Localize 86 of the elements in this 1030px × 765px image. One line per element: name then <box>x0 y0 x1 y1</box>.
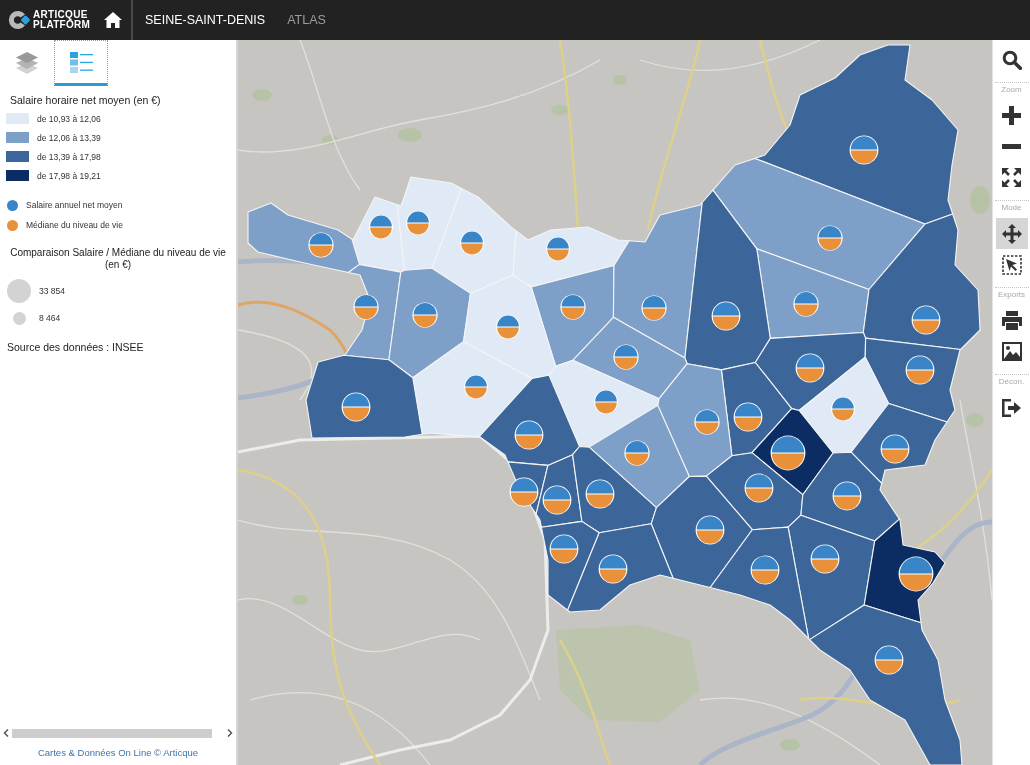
printer-icon <box>1001 311 1022 330</box>
pie-symbol-icon <box>711 301 741 331</box>
pie-symbol-icon <box>750 555 780 585</box>
pie-symbol-icon <box>810 544 840 574</box>
expand-arrows-icon <box>1002 168 1021 187</box>
pie-symbol-icon <box>624 440 650 466</box>
nav-tab[interactable]: ATLAS <box>287 13 326 27</box>
pie-symbol-icon <box>542 485 572 515</box>
pie-symbol-icon <box>369 215 393 239</box>
logo-text: ARTICQUE PLATFORM <box>33 10 91 30</box>
pie-symbol-icon <box>733 402 763 432</box>
pie-symbol-icon <box>831 397 855 421</box>
pie-symbol-icon <box>793 291 819 317</box>
size-circle-icon <box>12 311 26 325</box>
size-legend-title: Comparaison Salaire / Médiane du niveau de vie (en €) <box>9 247 227 271</box>
park-area <box>551 105 569 115</box>
symbol-label: Médiane du niveau de vie <box>26 220 123 230</box>
pie-symbol-icon <box>817 225 843 251</box>
legend-list-icon <box>69 51 93 73</box>
pie-symbol-icon <box>911 305 941 335</box>
park-area <box>970 186 990 214</box>
pie-symbol-icon <box>353 294 379 320</box>
move-arrows-icon <box>1001 223 1022 244</box>
pie-symbol-icon <box>585 479 615 509</box>
pie-symbol-icon <box>412 302 438 328</box>
chevron-right-icon[interactable] <box>227 729 233 737</box>
park-area <box>613 75 627 85</box>
pie-symbol-icon <box>880 434 910 464</box>
pie-symbol-icon <box>464 375 488 399</box>
pie-symbol-icon <box>549 534 579 564</box>
park-area <box>966 413 984 427</box>
park-area <box>780 739 800 751</box>
chevron-left-icon[interactable] <box>3 729 9 737</box>
search-icon <box>1001 49 1022 70</box>
image-icon <box>1001 342 1022 361</box>
pie-symbol-icon <box>496 315 520 339</box>
size-label: 33 854 <box>39 286 65 296</box>
tool-group-label: Exports <box>994 287 1029 305</box>
pie-symbol-icon <box>641 295 667 321</box>
pie-symbol-icon <box>560 294 586 320</box>
home-icon[interactable] <box>104 12 122 28</box>
pie-symbol-icon <box>598 554 628 584</box>
pie-symbol-icon <box>849 135 879 165</box>
minus-icon <box>1002 144 1021 149</box>
pie-symbol-icon <box>546 237 570 261</box>
footer-credit[interactable]: Cartes & Données On Line © Articque <box>0 739 236 765</box>
pan-mode-button[interactable] <box>995 218 1028 249</box>
pie-symbol-icon <box>514 420 544 450</box>
pie-symbol-icon <box>695 515 725 545</box>
layers-icon <box>16 52 38 74</box>
legend-tab[interactable] <box>54 40 108 86</box>
plus-icon <box>1002 106 1021 125</box>
pie-symbol-icon <box>308 232 334 258</box>
pie-symbol-icon <box>832 481 862 511</box>
size-label: 8 464 <box>39 313 61 323</box>
class-label: de 17,98 à 19,21 <box>37 170 101 181</box>
park-area <box>292 595 308 605</box>
logo-icon <box>8 10 30 30</box>
pie-symbol-icon <box>341 392 371 422</box>
park-area <box>252 89 272 101</box>
tool-group-label: Décon. <box>994 374 1029 392</box>
pie-symbol-icon <box>594 390 618 414</box>
pie-symbol-icon <box>460 231 484 255</box>
pie-symbol-icon <box>744 473 774 503</box>
tool-group-label: Zoom <box>994 82 1029 100</box>
nav-tab[interactable]: SEINE-SAINT-DENIS <box>145 13 266 27</box>
class-label: de 12,06 à 13,39 <box>37 132 101 143</box>
class-label: de 10,93 à 12,06 <box>37 113 101 124</box>
legend-title: Salaire horaire net moyen (en €) <box>9 94 162 107</box>
size-circle-icon <box>7 279 31 303</box>
pie-symbol-icon <box>795 353 825 383</box>
pie-symbol-icon <box>694 409 720 435</box>
park-area <box>398 128 422 142</box>
park-area <box>322 135 338 145</box>
pie-symbol-icon <box>905 355 935 385</box>
pie-symbol-icon <box>874 645 904 675</box>
pie-symbol-icon <box>898 556 934 592</box>
logout-icon <box>1001 398 1022 417</box>
symbol-label: Salaire annuel net moyen <box>26 200 123 210</box>
class-label: de 13,39 à 17,98 <box>37 151 101 162</box>
pie-symbol-icon <box>406 211 430 235</box>
data-source-text: Source des données : INSEE <box>6 341 145 354</box>
scrollbar-thumb[interactable] <box>12 728 212 738</box>
pie-symbol-icon <box>770 435 806 471</box>
selection-cursor-icon <box>1001 254 1022 275</box>
pie-symbol-icon <box>613 344 639 370</box>
